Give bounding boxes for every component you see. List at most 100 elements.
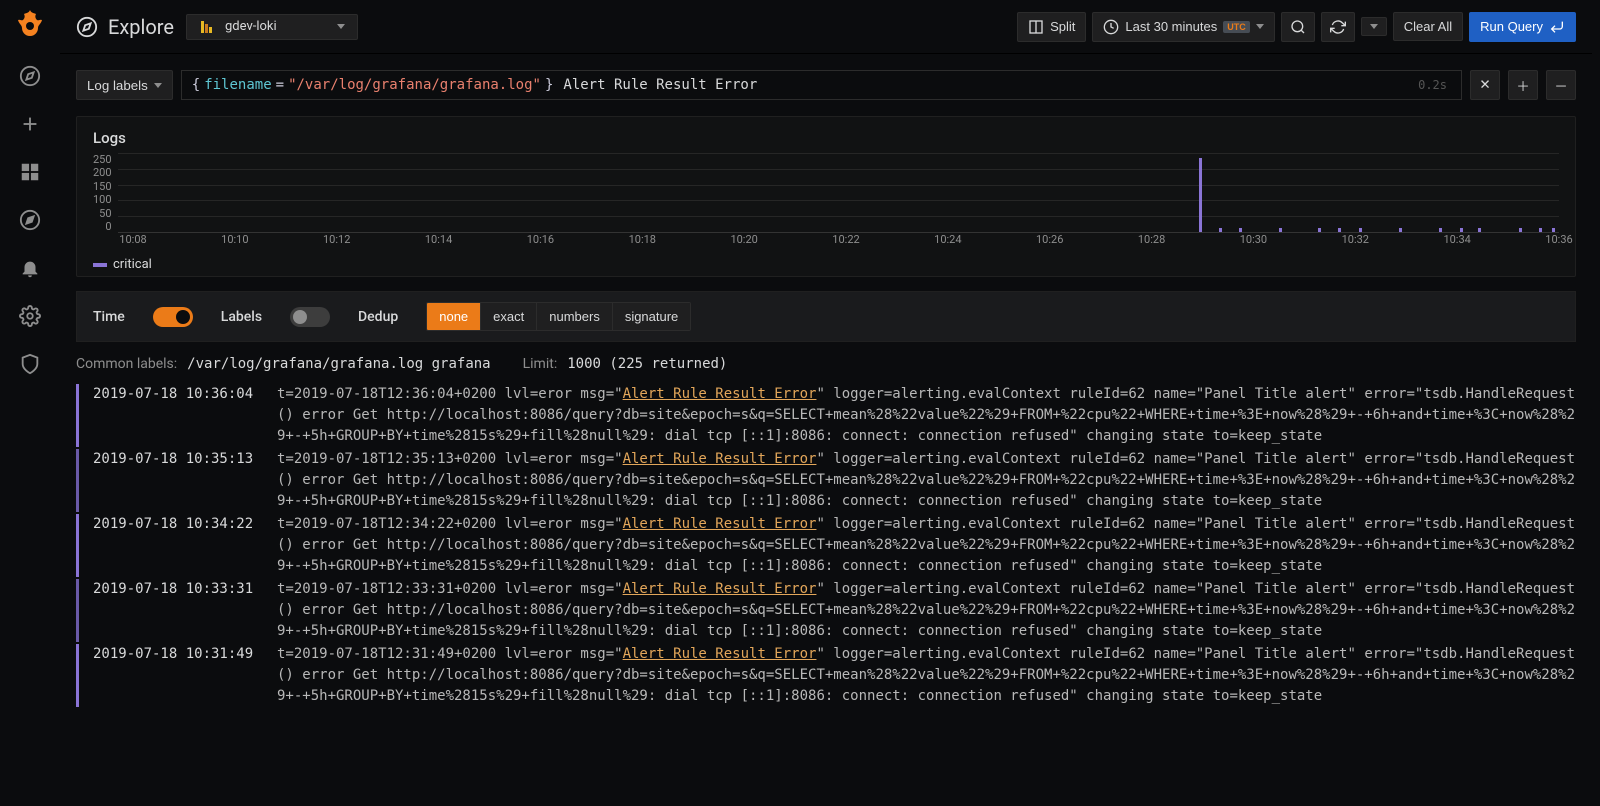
dedup-signature-button[interactable]: signature <box>613 303 690 330</box>
chevron-down-icon <box>1256 24 1264 29</box>
chevron-down-icon <box>337 24 345 29</box>
labels-toggle-label: Labels <box>221 309 262 325</box>
time-picker-button[interactable]: Last 30 minutes UTC <box>1092 12 1274 42</box>
chart-legend: critical <box>93 257 1559 272</box>
refresh-button[interactable] <box>1321 12 1355 42</box>
legend-label: critical <box>113 257 152 272</box>
logs-histogram[interactable]: 250200150100500 <box>93 153 1559 233</box>
limit-key: Limit: <box>523 356 558 372</box>
alerting-bell-icon[interactable] <box>18 256 42 280</box>
clear-all-label: Clear All <box>1404 19 1452 34</box>
gear-icon[interactable] <box>18 304 42 328</box>
columns-icon <box>1028 19 1044 35</box>
query-key: filename <box>204 77 271 93</box>
dedup-none-button[interactable]: none <box>427 303 481 330</box>
plus-icon[interactable] <box>18 112 42 136</box>
explore-icon[interactable] <box>18 208 42 232</box>
grafana-logo-icon[interactable] <box>14 8 46 40</box>
toolbar: Split Last 30 minutes UTC Clear All Run … <box>1017 12 1576 42</box>
log-level-bar <box>76 514 79 577</box>
clear-query-button[interactable]: ✕ <box>1470 70 1500 100</box>
refresh-icon <box>1330 19 1346 35</box>
datasource-picker[interactable]: gdev-loki <box>186 14 358 40</box>
add-query-button[interactable]: ＋ <box>1508 70 1538 100</box>
common-labels-key: Common labels: <box>76 356 177 372</box>
log-options-bar: Time Labels Dedup noneexactnumberssignat… <box>76 291 1576 342</box>
common-labels-value: /var/log/grafana/grafana.log grafana <box>187 356 490 372</box>
topbar: Explore gdev-loki Split Last 30 minutes … <box>60 0 1592 54</box>
log-timestamp: 2019-07-18 10:33:31 <box>93 579 263 642</box>
labels-toggle[interactable] <box>290 307 330 327</box>
page-title-text: Explore <box>108 15 174 39</box>
log-rows: 2019-07-18 10:36:04t=2019-07-18T12:36:04… <box>76 384 1576 707</box>
log-highlight: Alert Rule Result Error <box>623 386 817 402</box>
time-toggle-label: Time <box>93 309 125 325</box>
limit-value: 1000 (225 returned) <box>567 356 727 372</box>
log-level-bar <box>76 384 79 447</box>
x-axis: 10:0810:1010:1210:1410:1610:1810:2010:22… <box>133 233 1559 251</box>
zoom-out-button[interactable] <box>1281 12 1315 42</box>
log-level-bar <box>76 579 79 642</box>
log-message: t=2019-07-18T12:31:49+0200 lvl=eror msg=… <box>277 644 1576 707</box>
dedup-numbers-button[interactable]: numbers <box>537 303 613 330</box>
log-message: t=2019-07-18T12:36:04+0200 lvl=eror msg=… <box>277 384 1576 447</box>
dedup-button-group: noneexactnumberssignature <box>426 302 691 331</box>
run-query-button[interactable]: Run Query <box>1469 12 1576 42</box>
page-title: Explore <box>76 15 174 39</box>
log-message: t=2019-07-18T12:35:13+0200 lvl=eror msg=… <box>277 449 1576 512</box>
legend-swatch <box>93 263 107 267</box>
log-highlight: Alert Rule Result Error <box>623 646 817 662</box>
log-row[interactable]: 2019-07-18 10:34:22t=2019-07-18T12:34:22… <box>76 514 1576 577</box>
loki-icon <box>199 19 215 35</box>
log-timestamp: 2019-07-18 10:35:13 <box>93 449 263 512</box>
log-timestamp: 2019-07-18 10:31:49 <box>93 644 263 707</box>
shield-icon[interactable] <box>18 352 42 376</box>
log-row[interactable]: 2019-07-18 10:36:04t=2019-07-18T12:36:04… <box>76 384 1576 447</box>
panel-title: Logs <box>93 129 1559 147</box>
dashboards-icon[interactable] <box>18 160 42 184</box>
log-highlight: Alert Rule Result Error <box>623 516 817 532</box>
search-icon <box>1290 19 1306 35</box>
time-range-label: Last 30 minutes <box>1125 19 1217 34</box>
clear-all-button[interactable]: Clear All <box>1393 12 1463 41</box>
log-timestamp: 2019-07-18 10:34:22 <box>93 514 263 577</box>
log-labels-text: Log labels <box>87 78 148 93</box>
chevron-down-icon <box>154 83 162 88</box>
refresh-dropdown[interactable] <box>1361 17 1387 36</box>
collapse-query-button[interactable]: － <box>1546 70 1576 100</box>
enter-icon <box>1549 19 1565 35</box>
time-toggle[interactable] <box>153 307 193 327</box>
query-input[interactable]: {filename="/var/log/grafana/grafana.log"… <box>181 70 1462 100</box>
run-query-label: Run Query <box>1480 19 1543 34</box>
meta-row: Common labels: /var/log/grafana/grafana.… <box>76 356 1576 372</box>
query-duration: 0.2s <box>1418 78 1447 92</box>
log-row[interactable]: 2019-07-18 10:33:31t=2019-07-18T12:33:31… <box>76 579 1576 642</box>
query-value: "/var/log/grafana/grafana.log" <box>288 77 541 93</box>
y-axis: 250200150100500 <box>93 153 112 233</box>
clock-icon <box>1103 19 1119 35</box>
log-labels-button[interactable]: Log labels <box>76 70 173 100</box>
log-timestamp: 2019-07-18 10:36:04 <box>93 384 263 447</box>
nav-sidebar <box>0 0 60 806</box>
query-filter-text: Alert Rule Result Error <box>563 77 757 93</box>
compass-icon[interactable] <box>18 64 42 88</box>
chart-plot-area[interactable] <box>118 153 1559 233</box>
datasource-name: gdev-loki <box>225 19 277 34</box>
log-message: t=2019-07-18T12:33:31+0200 lvl=eror msg=… <box>277 579 1576 642</box>
chevron-down-icon <box>1370 24 1378 29</box>
query-row: Log labels {filename="/var/log/grafana/g… <box>76 70 1576 100</box>
log-row[interactable]: 2019-07-18 10:35:13t=2019-07-18T12:35:13… <box>76 449 1576 512</box>
logs-panel: Logs 250200150100500 10:0810:1010:1210:1… <box>76 116 1576 277</box>
split-label: Split <box>1050 19 1075 34</box>
dedup-label: Dedup <box>358 309 398 325</box>
utc-badge: UTC <box>1223 21 1250 33</box>
log-row[interactable]: 2019-07-18 10:31:49t=2019-07-18T12:31:49… <box>76 644 1576 707</box>
split-button[interactable]: Split <box>1017 12 1086 42</box>
log-level-bar <box>76 644 79 707</box>
log-level-bar <box>76 449 79 512</box>
log-message: t=2019-07-18T12:34:22+0200 lvl=eror msg=… <box>277 514 1576 577</box>
dedup-exact-button[interactable]: exact <box>481 303 537 330</box>
compass-icon <box>76 16 98 38</box>
log-highlight: Alert Rule Result Error <box>623 451 817 467</box>
log-highlight: Alert Rule Result Error <box>623 581 817 597</box>
